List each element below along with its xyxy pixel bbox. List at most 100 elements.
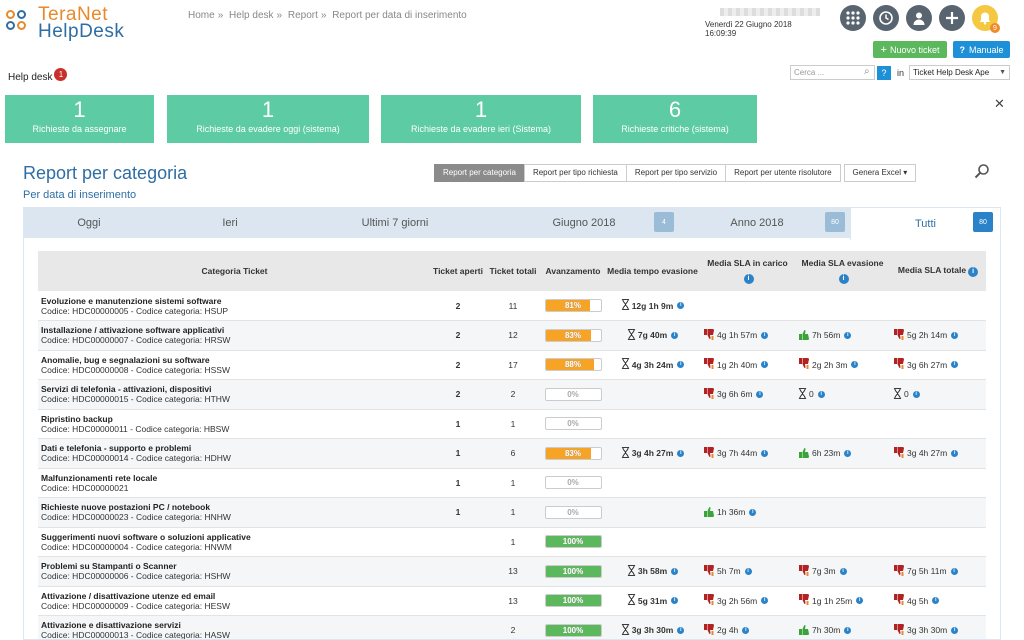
sla-totale-cell: 3g 3h 30m i — [890, 615, 986, 639]
info-icon[interactable]: i — [844, 331, 852, 339]
hourglass-icon — [621, 623, 630, 637]
notifications-bell-icon[interactable]: 9 — [972, 5, 1000, 33]
info-icon[interactable]: i — [761, 449, 769, 457]
info-icon[interactable]: i — [851, 361, 859, 369]
report-per-tipo-servizio-button[interactable]: Report per tipo servizio — [625, 164, 727, 182]
card-da-assegnare[interactable]: 1 Richieste da assegnare — [5, 95, 154, 143]
category-name[interactable]: Servizi di telefonia - attivazioni, disp… — [41, 384, 428, 394]
info-icon[interactable]: i — [968, 267, 979, 277]
col-sla-carico[interactable]: Media SLA in carico i — [700, 251, 795, 291]
info-icon[interactable]: i — [951, 626, 959, 634]
report-per-utente-button[interactable]: Report per utente risolutore — [725, 164, 841, 182]
table-row[interactable]: Attivazione / disattivazione utenze ed e… — [38, 586, 986, 616]
category-name[interactable]: Installazione / attivazione software app… — [41, 325, 428, 335]
info-icon[interactable]: i — [817, 390, 825, 398]
sla-value: 2g 2h 3m — [812, 359, 848, 370]
breadcrumb-helpdesk[interactable]: Help desk — [229, 10, 273, 21]
card-critiche[interactable]: 6 Richieste critiche (sistema) — [593, 95, 757, 143]
tab-anno-2018[interactable]: Anno 2018 — [683, 207, 831, 238]
col-ticket-aperti[interactable]: Ticket aperti — [431, 251, 485, 291]
info-icon[interactable]: i — [844, 626, 852, 634]
tab-oggi[interactable]: Oggi — [23, 207, 155, 238]
card-evadere-ieri[interactable]: 1 Richieste da evadere ieri (Sistema) — [381, 95, 581, 143]
report-per-tipo-richiesta-button[interactable]: Report per tipo richiesta — [523, 164, 627, 182]
table-row[interactable]: Evoluzione e manutenzione sistemi softwa… — [38, 291, 986, 321]
table-row[interactable]: Attivazione e disattivazione servizi Codi… — [38, 615, 986, 639]
search-icon[interactable]: ⌕ — [864, 66, 870, 77]
info-icon[interactable]: i — [951, 361, 959, 369]
info-icon[interactable]: i — [839, 567, 847, 575]
info-icon[interactable]: i — [912, 390, 920, 398]
new-ticket-button[interactable]: + Nuovo ticket — [873, 41, 947, 58]
table-row[interactable]: Malfunzionamenti rete locale Codice: HDC0… — [38, 468, 986, 498]
col-ticket-totali[interactable]: Ticket totali — [485, 251, 541, 291]
search-input[interactable]: Cerca ... — [790, 65, 875, 80]
user-avatar-icon[interactable] — [906, 5, 932, 31]
category-name[interactable]: Dati e telefonia - supporto e problemi — [41, 443, 428, 453]
category-name[interactable]: Problemi su Stampanti o Scanner — [41, 561, 428, 571]
card-evadere-oggi[interactable]: 1 Richieste da evadere oggi (sistema) — [167, 95, 369, 143]
category-name[interactable]: Attivazione / disattivazione utenze ed e… — [41, 591, 428, 601]
col-categoria[interactable]: Categoria Ticket — [38, 251, 431, 291]
breadcrumb-report[interactable]: Report — [288, 10, 318, 21]
info-icon[interactable]: i — [744, 567, 752, 575]
tab-ieri[interactable]: Ieri — [155, 207, 305, 238]
teranet-logo[interactable]: TeraNet HelpDesk — [6, 5, 124, 41]
info-icon[interactable]: i — [951, 331, 959, 339]
info-icon[interactable]: i — [671, 331, 679, 339]
col-sla-totale[interactable]: Media SLA totale i — [890, 251, 986, 291]
info-icon[interactable]: i — [677, 626, 685, 634]
info-icon[interactable]: i — [743, 274, 754, 284]
add-icon[interactable] — [939, 5, 965, 31]
table-row[interactable]: Richieste nuove postazioni PC / notebook… — [38, 497, 986, 528]
category-name[interactable]: Evoluzione e manutenzione sistemi softwa… — [41, 296, 428, 306]
info-icon[interactable]: i — [761, 361, 769, 369]
info-icon[interactable]: i — [950, 567, 958, 575]
close-icon[interactable]: ✕ — [994, 96, 1005, 112]
table-row[interactable]: Anomalie, bug e segnalazioni su software… — [38, 350, 986, 380]
info-icon[interactable]: i — [677, 449, 685, 457]
category-name[interactable]: Malfunzionamenti rete locale — [41, 473, 428, 483]
category-name[interactable]: Richieste nuove postazioni PC / notebook — [41, 502, 428, 512]
genera-excel-dropdown[interactable]: Genera Excel ▾ — [843, 164, 917, 182]
category-name[interactable]: Anomalie, bug e segnalazioni su software — [41, 355, 428, 365]
manual-button[interactable]: ? Manuale — [953, 41, 1010, 58]
category-name[interactable]: Suggerimenti nuovi software o soluzioni … — [41, 532, 428, 542]
category-name[interactable]: Attivazione e disattivazione servizi — [41, 620, 428, 630]
info-icon[interactable]: i — [742, 626, 750, 634]
info-icon[interactable]: i — [761, 331, 769, 339]
info-icon[interactable]: i — [838, 274, 849, 284]
info-icon[interactable]: i — [951, 449, 959, 457]
history-icon[interactable] — [873, 5, 899, 31]
col-media-tempo[interactable]: Media tempo evasione — [605, 251, 700, 291]
info-icon[interactable]: i — [677, 361, 685, 369]
info-icon[interactable]: i — [671, 597, 679, 605]
table-row[interactable]: Installazione / attivazione software app… — [38, 320, 986, 351]
info-icon[interactable]: i — [761, 597, 769, 605]
table-row[interactable]: Problemi su Stampanti o Scanner Codice: H… — [38, 556, 986, 587]
info-icon[interactable]: i — [844, 449, 852, 457]
table-row[interactable]: Servizi di telefonia - attivazioni, disp… — [38, 379, 986, 410]
info-icon[interactable]: i — [932, 597, 940, 605]
info-icon[interactable]: i — [677, 302, 685, 309]
report-per-categoria-button[interactable]: Report per categoria — [434, 164, 525, 182]
report-search-icon[interactable] — [974, 163, 990, 183]
col-sla-evasione[interactable]: Media SLA evasione i — [795, 251, 890, 291]
info-icon[interactable]: i — [756, 390, 764, 398]
info-icon[interactable]: i — [856, 597, 864, 605]
avg-time-cell — [605, 527, 700, 557]
info-icon[interactable]: i — [749, 508, 757, 516]
col-avanzamento[interactable]: Avanzamento — [541, 251, 605, 291]
apps-grid-icon[interactable] — [840, 5, 866, 31]
table-row[interactable]: Ripristino backup Codice: HDC00000011 - C… — [38, 409, 986, 439]
search-scope-select[interactable]: Ticket Help Desk Ape ▼ — [909, 65, 1010, 80]
thumb-down-icon — [798, 564, 810, 578]
helpdesk-menu[interactable]: Help desk 1 — [8, 68, 68, 83]
table-row[interactable]: Suggerimenti nuovi software o soluzioni … — [38, 527, 986, 557]
info-icon[interactable]: i — [671, 567, 679, 575]
tab-ultimi-7-giorni[interactable]: Ultimi 7 giorni — [305, 207, 485, 238]
category-name[interactable]: Ripristino backup — [41, 414, 428, 424]
breadcrumb-home[interactable]: Home — [188, 10, 215, 21]
table-row[interactable]: Dati e telefonia - supporto e problemi Co… — [38, 438, 986, 469]
search-help-button[interactable]: ? — [877, 66, 891, 80]
